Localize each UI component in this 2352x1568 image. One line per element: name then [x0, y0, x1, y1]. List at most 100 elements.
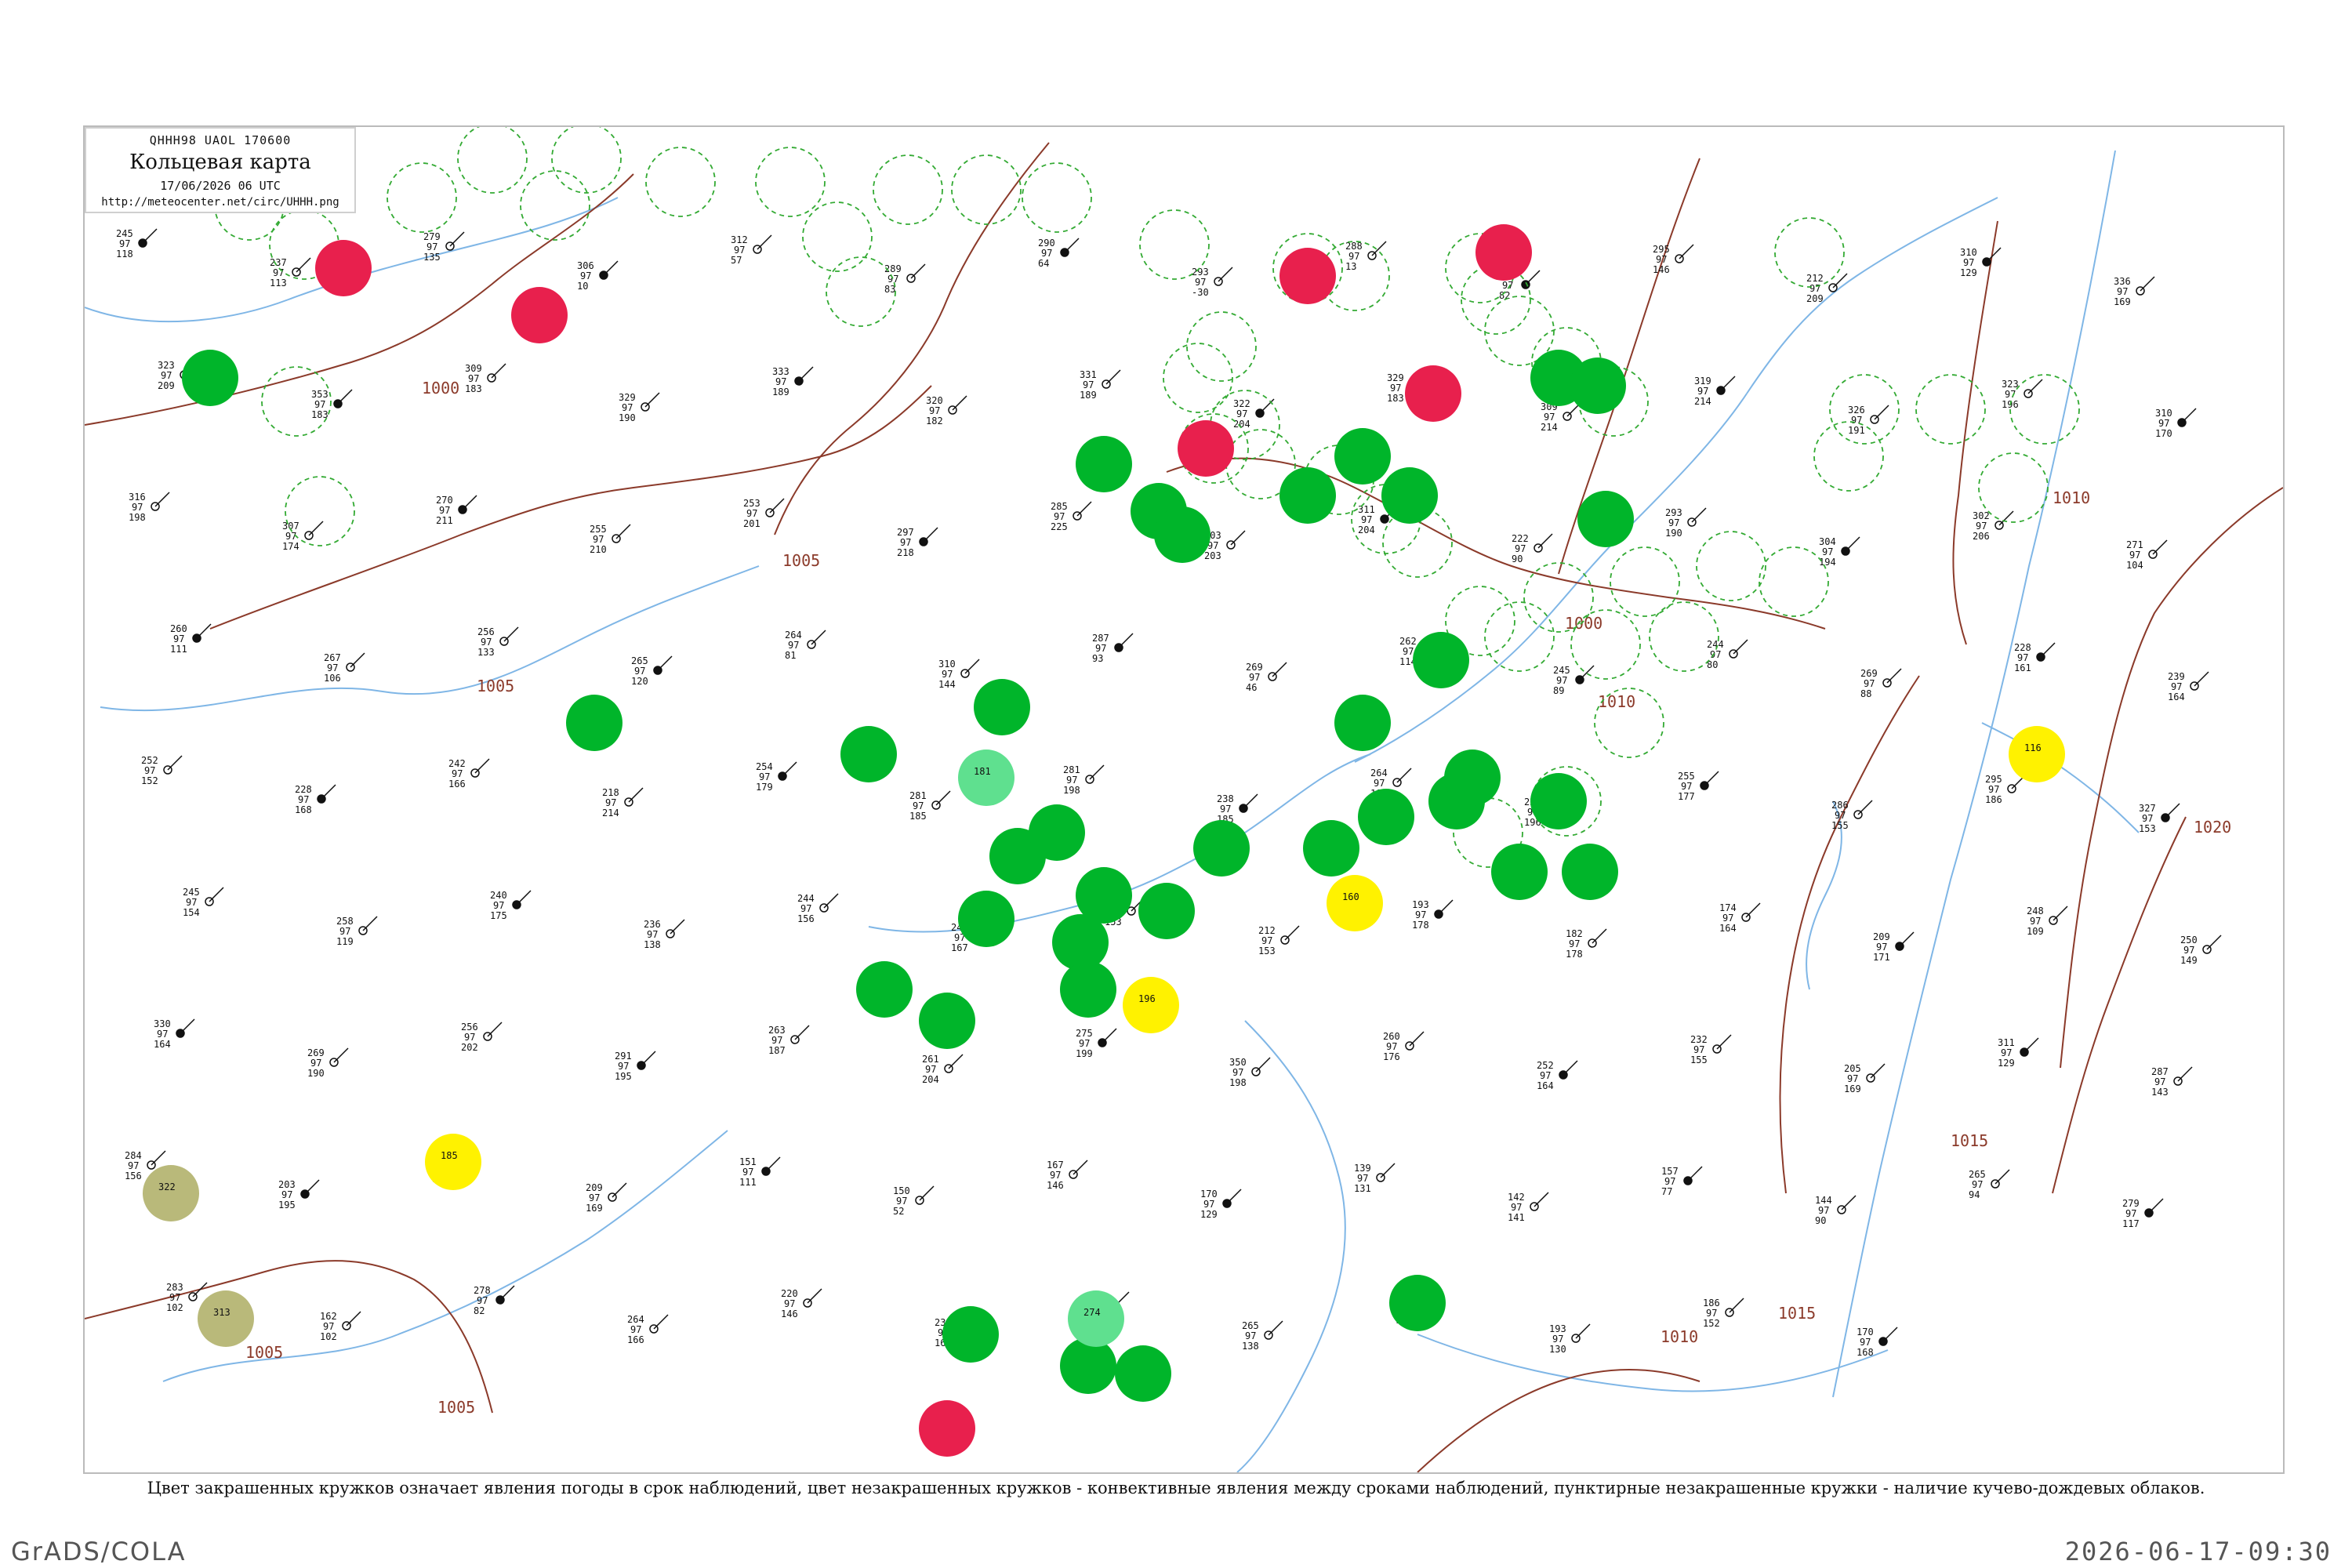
- station-plot: 24097175: [490, 890, 532, 921]
- station-plot: 35397183: [311, 389, 353, 420]
- station-temperature: 291: [615, 1051, 632, 1062]
- wind-barb-icon: [516, 890, 532, 906]
- station-pressure: 97: [1083, 379, 1094, 390]
- station-pressure: 97: [128, 1160, 139, 1171]
- wind-barb-icon: [1679, 244, 1694, 260]
- station-plot: 23697138: [644, 919, 685, 950]
- station-temperature: 330: [154, 1018, 171, 1029]
- wind-barb-icon: [798, 366, 814, 382]
- weather-symbol-rain: [1029, 804, 1085, 861]
- station-dewpoint: 194: [1819, 557, 1836, 568]
- station-dewpoint: 214: [1541, 422, 1558, 433]
- station-temperature: 228: [295, 784, 312, 795]
- station-temperature: 285: [1051, 501, 1068, 512]
- rain-circle-icon: [1444, 750, 1501, 806]
- station-dewpoint: 120: [631, 676, 648, 687]
- symbol-station-value: 322: [158, 1181, 176, 1192]
- station-plot: 33197189: [1080, 369, 1121, 401]
- station-plot: 24297166: [448, 758, 490, 789]
- isobar-labels: 1000 1000 1005 1005 1005 1005 1010 1010 1010 1015…: [245, 379, 2231, 1417]
- wind-barb-icon: [362, 916, 378, 931]
- isobar-line: [1417, 1369, 1700, 1473]
- symbol-station-value: 160: [1342, 891, 1359, 902]
- station-temperature: 278: [474, 1285, 491, 1296]
- station-pressure: 97: [589, 1192, 600, 1203]
- station-pressure: 97: [464, 1032, 475, 1043]
- weather-symbol-rain: [1530, 773, 1587, 829]
- cb-ring: [645, 147, 716, 217]
- isobar-label: 1005: [477, 677, 514, 695]
- wind-barb-icon: [1409, 1031, 1425, 1047]
- wind-barb-icon: [657, 655, 673, 671]
- station-temperature: 286: [1831, 800, 1849, 811]
- wind-barb-icon: [462, 495, 477, 510]
- rain-circle-icon: [182, 350, 238, 406]
- station-temperature: 239: [2168, 671, 2185, 682]
- station-plot: 2879793: [1092, 633, 1134, 664]
- station-pressure: 97: [157, 1029, 168, 1040]
- station-dewpoint: 177: [1678, 791, 1695, 802]
- station-dewpoint: 183: [1387, 393, 1404, 404]
- station-temperature: 295: [1985, 774, 2002, 785]
- station-dewpoint: 138: [1242, 1341, 1259, 1352]
- station-dewpoint: 168: [295, 804, 312, 815]
- station-temperature: 255: [590, 524, 607, 535]
- station-plot: 26097111: [170, 623, 212, 655]
- station-plot: 26197204: [922, 1054, 964, 1085]
- rain-circle-icon: [1358, 789, 1414, 845]
- weather-symbol-rain: [1076, 436, 1132, 492]
- station-temperature: 275: [1076, 1028, 1093, 1039]
- weather-symbol-rain: [840, 726, 897, 782]
- station-dewpoint: 82: [474, 1305, 485, 1316]
- rain-circle-icon: [1562, 844, 1618, 900]
- weather-symbol-rain: [1334, 428, 1391, 485]
- station-dewpoint: 198: [1229, 1077, 1247, 1088]
- station-dewpoint: 102: [320, 1331, 337, 1342]
- station-plot: 29397190: [1665, 507, 1707, 539]
- station-plot: 23897185: [1217, 793, 1258, 825]
- wind-barb-icon: [346, 1311, 361, 1327]
- station-temperature: 244: [797, 893, 815, 904]
- station-pressure: 97: [605, 797, 616, 808]
- station-dewpoint: 81: [785, 650, 796, 661]
- station-dewpoint: 225: [1051, 521, 1068, 532]
- station-plot: 20997169: [586, 1182, 627, 1214]
- station-pressure: 97: [1066, 775, 1077, 786]
- station-dewpoint: 204: [1358, 524, 1375, 535]
- wind-barb-icon: [765, 1156, 781, 1172]
- thunder-circle-icon: [919, 1400, 975, 1457]
- station-dewpoint: -30: [1192, 287, 1209, 298]
- rain-circle-icon: [1154, 506, 1210, 563]
- wind-barb-icon: [1870, 1063, 1886, 1079]
- station-pressure: 97: [1236, 408, 1247, 419]
- station-plot: 26597120: [631, 655, 673, 687]
- weather-symbol-rain: [1115, 1345, 1171, 1402]
- isobar-line: [2052, 816, 2187, 1194]
- station-temperature: 209: [586, 1182, 603, 1193]
- station-pressure: 97: [746, 508, 757, 519]
- wind-barb-icon: [1845, 536, 1860, 552]
- station-pressure: 97: [1668, 517, 1679, 528]
- showers-circle-icon: [1123, 977, 1179, 1033]
- station-pressure: 97: [1656, 254, 1667, 265]
- station-temperature: 297: [897, 527, 914, 538]
- station-pressure: 97: [1876, 942, 1887, 953]
- station-dewpoint: 93: [1092, 653, 1103, 664]
- station-plot: 25697133: [477, 626, 519, 658]
- station-dewpoint: 106: [324, 673, 341, 684]
- isobar-label: 1010: [1661, 1327, 1698, 1346]
- weather-symbol-rain: [1491, 844, 1548, 900]
- station-pressure: 97: [285, 531, 296, 542]
- station-pressure: 97: [186, 897, 197, 908]
- station-pressure: 97: [452, 768, 463, 779]
- station-pressure: 97: [493, 900, 504, 911]
- station-pressure: 97: [1822, 546, 1833, 557]
- station-dewpoint: 155: [1690, 1054, 1708, 1065]
- station-dewpoint: 111: [170, 644, 187, 655]
- station-pressure: 97: [887, 274, 898, 285]
- station-temperature: 350: [1229, 1057, 1247, 1068]
- station-temperature: 242: [448, 758, 466, 769]
- rain-circle-icon: [1138, 883, 1195, 939]
- station-dewpoint: 204: [922, 1074, 939, 1085]
- station-pressure: 97: [2017, 652, 2028, 663]
